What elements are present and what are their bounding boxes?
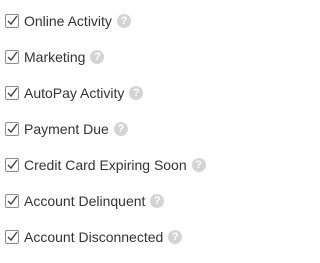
option-label: Marketing [24, 49, 86, 65]
help-icon[interactable]: ? [90, 50, 105, 64]
option-label: AutoPay Activity [24, 85, 125, 101]
checkmark-icon [7, 15, 18, 26]
checkbox[interactable] [5, 194, 19, 208]
checkmark-icon [7, 159, 18, 170]
notification-option-marketing[interactable]: Marketing ? [5, 39, 263, 75]
option-label: Credit Card Expiring Soon [24, 157, 187, 173]
notification-option-online-activity[interactable]: Online Activity ? [5, 3, 263, 39]
checkmark-icon [7, 195, 18, 206]
notification-option-account-delinquent[interactable]: Account Delinquent ? [5, 183, 263, 219]
help-icon[interactable]: ? [116, 14, 131, 28]
checkbox[interactable] [5, 50, 19, 64]
checkbox[interactable] [5, 230, 19, 244]
option-label: Account Disconnected [24, 229, 164, 245]
option-label: Online Activity [24, 13, 112, 29]
option-label: Account Delinquent [24, 193, 146, 209]
help-icon[interactable]: ? [129, 86, 144, 100]
notification-option-credit-card-expiring-soon[interactable]: Credit Card Expiring Soon ? [5, 147, 263, 183]
checkbox[interactable] [5, 86, 19, 100]
help-icon[interactable]: ? [191, 158, 206, 172]
help-icon[interactable]: ? [113, 122, 128, 136]
checkbox[interactable] [5, 14, 19, 28]
checkbox[interactable] [5, 122, 19, 136]
help-icon[interactable]: ? [150, 194, 165, 208]
help-icon[interactable]: ? [168, 230, 183, 244]
notification-option-payment-due[interactable]: Payment Due ? [5, 111, 263, 147]
notification-preferences-list: Online Activity ? Marketing ? AutoPay Ac… [5, 3, 263, 255]
option-label: Payment Due [24, 121, 109, 137]
checkbox[interactable] [5, 158, 19, 172]
notification-option-account-disconnected[interactable]: Account Disconnected ? [5, 219, 263, 255]
notification-option-autopay-activity[interactable]: AutoPay Activity ? [5, 75, 263, 111]
checkmark-icon [7, 231, 18, 242]
checkmark-icon [7, 51, 18, 62]
checkmark-icon [7, 123, 18, 134]
checkmark-icon [7, 87, 18, 98]
